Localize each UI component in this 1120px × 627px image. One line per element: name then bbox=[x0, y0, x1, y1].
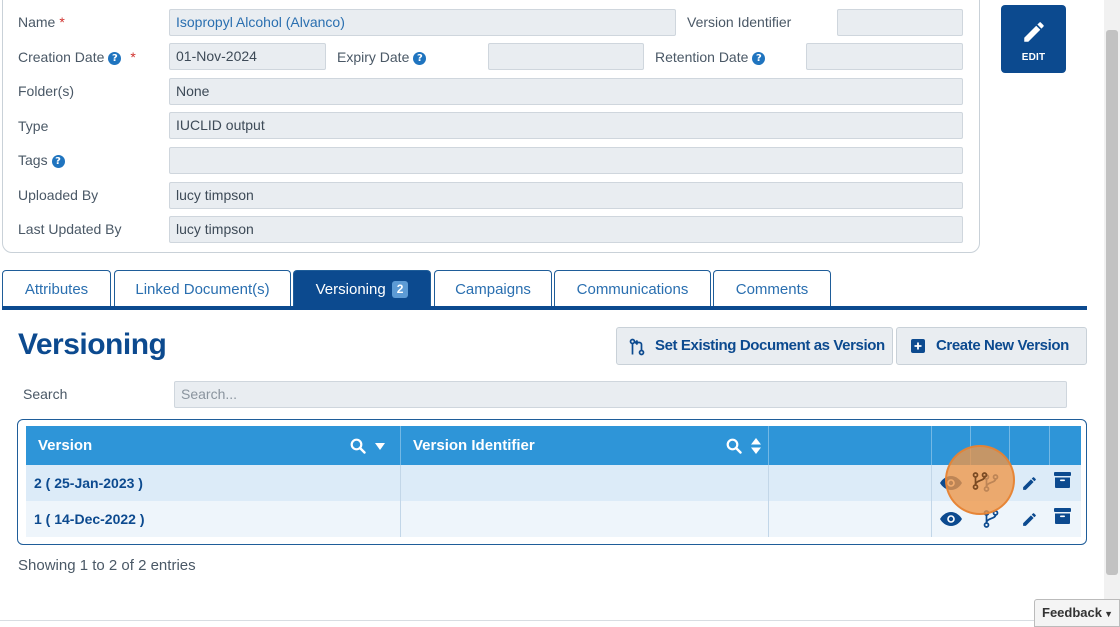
pencil-icon bbox=[1023, 22, 1044, 42]
feedback-button[interactable]: Feedback ▼ bbox=[1034, 599, 1120, 627]
help-icon[interactable]: ? bbox=[51, 155, 65, 168]
tab-linked-documents[interactable]: Linked Document(s) bbox=[114, 270, 291, 308]
folders-label: Folder(s) bbox=[18, 83, 75, 99]
last-updated-by-field[interactable]: lucy timpson bbox=[169, 216, 963, 243]
creation-date-field[interactable]: 01-Nov-2024 bbox=[169, 43, 326, 70]
table-header: Version Version Identifier bbox=[26, 426, 1081, 465]
search-icon[interactable] bbox=[350, 438, 366, 454]
creation-date-label: Creation Date? * bbox=[18, 49, 136, 65]
create-new-version-button[interactable]: Create New Version bbox=[896, 327, 1087, 365]
section-title: Versioning bbox=[18, 328, 167, 361]
version-cell[interactable]: 1 ( 14-Dec-2022 ) bbox=[26, 501, 401, 537]
version-identifier-cell bbox=[401, 501, 769, 537]
table-row: 2 ( 25-Jan-2023 ) bbox=[26, 465, 1081, 501]
tab-campaigns[interactable]: Campaigns bbox=[434, 270, 552, 308]
edit-label: EDIT bbox=[1021, 52, 1046, 63]
table-info: Showing 1 to 2 of 2 entries bbox=[18, 557, 196, 574]
uploaded-by-label: Uploaded By bbox=[18, 187, 99, 203]
sort-icon[interactable] bbox=[751, 438, 761, 454]
help-icon[interactable]: ? bbox=[752, 52, 766, 65]
column-header-action bbox=[1010, 426, 1050, 465]
pencil-icon[interactable] bbox=[1021, 511, 1038, 528]
name-field[interactable]: Isopropyl Alcohol (Alvanco) bbox=[169, 9, 676, 36]
column-header-version[interactable]: Version bbox=[26, 426, 401, 465]
tab-communications[interactable]: Communications bbox=[554, 270, 711, 308]
uploaded-by-field[interactable]: lucy timpson bbox=[169, 182, 963, 209]
version-identifier-cell bbox=[401, 465, 769, 501]
version-identifier-field[interactable] bbox=[837, 9, 963, 36]
expiry-date-field[interactable] bbox=[488, 43, 644, 70]
expiry-date-label: Expiry Date? bbox=[337, 49, 427, 65]
create-new-version-label: Create New Version bbox=[936, 337, 1069, 354]
page-divider bbox=[0, 620, 1104, 621]
eye-icon[interactable] bbox=[940, 512, 962, 526]
versioning-count-badge: 2 bbox=[391, 281, 409, 298]
search-input[interactable]: Search... bbox=[174, 381, 1067, 408]
set-existing-version-label: Set Existing Document as Version bbox=[655, 337, 885, 354]
scrollbar-thumb[interactable] bbox=[1106, 30, 1118, 575]
tab-bar-divider bbox=[2, 306, 1087, 310]
archive-icon[interactable] bbox=[1054, 472, 1071, 488]
action-cell bbox=[1050, 501, 1081, 537]
action-cell bbox=[1050, 465, 1081, 501]
pull-request-icon bbox=[629, 338, 645, 356]
plus-square-icon bbox=[911, 339, 925, 353]
sort-desc-icon[interactable] bbox=[375, 443, 385, 450]
action-cell bbox=[1010, 465, 1050, 501]
archive-icon[interactable] bbox=[1054, 508, 1071, 524]
tab-versioning[interactable]: Versioning 2 bbox=[293, 270, 431, 308]
type-label: Type bbox=[18, 118, 49, 134]
help-icon[interactable]: ? bbox=[108, 52, 122, 65]
versions-table: Version Version Identifier 2 (25-Jan-20… bbox=[17, 419, 1087, 545]
column-header-action bbox=[1050, 426, 1081, 465]
column-header-version-identifier[interactable]: Version Identifier bbox=[401, 426, 769, 465]
feedback-label: Feedback bbox=[1042, 605, 1102, 620]
type-field[interactable]: IUCLID output bbox=[169, 112, 963, 139]
branch-icon[interactable] bbox=[972, 472, 988, 490]
tab-attributes[interactable]: Attributes bbox=[2, 270, 111, 308]
search-icon[interactable] bbox=[726, 438, 742, 454]
table-row: 1 ( 14-Dec-2022 ) bbox=[26, 501, 1081, 537]
click-highlight bbox=[945, 445, 1015, 515]
caret-down-icon: ▼ bbox=[1104, 609, 1113, 619]
tags-field[interactable] bbox=[169, 147, 963, 174]
required-marker: * bbox=[59, 14, 65, 30]
search-label: Search bbox=[23, 386, 68, 402]
column-header-blank bbox=[769, 426, 932, 465]
set-existing-version-button[interactable]: Set Existing Document as Version bbox=[616, 327, 893, 365]
retention-date-field[interactable] bbox=[806, 43, 963, 70]
version-identifier-label: Version Identifier bbox=[687, 14, 792, 30]
blank-cell bbox=[769, 501, 932, 537]
help-icon[interactable]: ? bbox=[413, 52, 427, 65]
last-updated-by-label: Last Updated By bbox=[18, 221, 122, 237]
version-cell[interactable]: 2 ( 25-Jan-2023 ) bbox=[26, 465, 401, 501]
tags-label: Tags? bbox=[18, 152, 65, 168]
folders-field[interactable]: None bbox=[169, 78, 963, 105]
name-label: Name * bbox=[18, 14, 65, 30]
blank-cell bbox=[769, 465, 932, 501]
pencil-icon[interactable] bbox=[1021, 475, 1038, 492]
retention-date-label: Retention Date? bbox=[655, 49, 766, 65]
edit-button[interactable]: EDIT bbox=[1001, 5, 1066, 73]
tab-comments[interactable]: Comments bbox=[713, 270, 831, 308]
action-cell bbox=[1010, 501, 1050, 537]
required-marker: * bbox=[130, 49, 136, 65]
